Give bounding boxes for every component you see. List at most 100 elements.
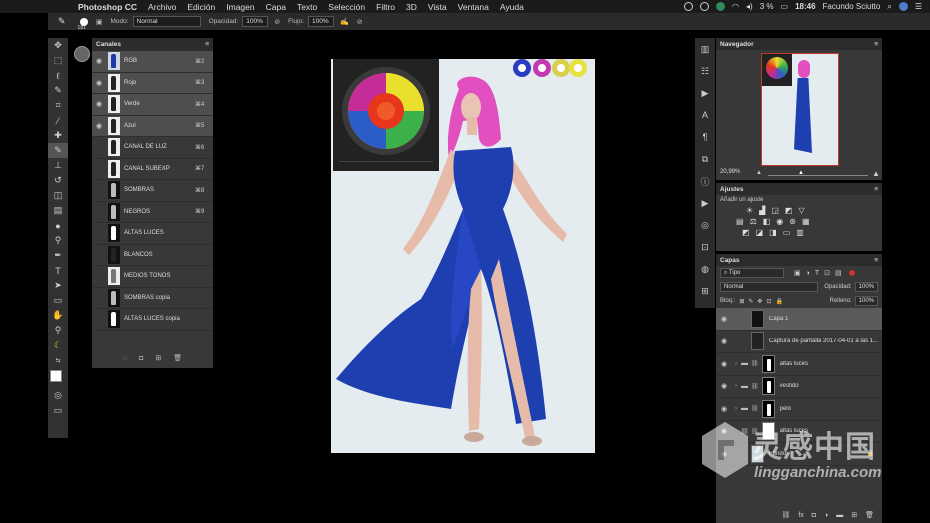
eye-icon[interactable]: ◉: [92, 100, 106, 108]
stamp-tool-icon[interactable]: ⊥: [48, 158, 68, 173]
paths-icon[interactable]: ◎: [695, 214, 715, 236]
brush-tool-icon[interactable]: ✎: [58, 16, 66, 27]
invert-icon[interactable]: ◩: [742, 228, 750, 237]
layer-group-row[interactable]: ◉ › ▬ ⛓ altas luces: [716, 353, 882, 376]
layer-mask[interactable]: [761, 377, 775, 396]
panel-menu-icon[interactable]: ≡: [874, 41, 878, 48]
layers-title[interactable]: Capas: [720, 257, 740, 264]
eye-icon[interactable]: ◉: [716, 405, 732, 413]
path-select-tool-icon[interactable]: ➤: [48, 278, 68, 293]
layer-group-row[interactable]: ◉ › ▬ ⛓ pelo: [716, 398, 882, 421]
collapse-dock-icon[interactable]: [74, 46, 90, 62]
record-icon[interactable]: [684, 2, 694, 11]
pressure-size-icon[interactable]: ⊘: [357, 18, 363, 26]
dropbox-icon[interactable]: [700, 2, 710, 11]
zoom-tool-icon[interactable]: ⚲: [48, 323, 68, 338]
eye-icon[interactable]: ◉: [92, 79, 106, 87]
panel-menu-icon[interactable]: ≡: [205, 41, 209, 48]
eye-icon[interactable]: ◉: [716, 337, 732, 345]
posterize-icon[interactable]: ◪: [756, 228, 764, 237]
banana-icon[interactable]: ☾: [48, 338, 68, 353]
evernote-icon[interactable]: [716, 2, 726, 11]
foreground-color[interactable]: [50, 370, 62, 382]
swatches-icon[interactable]: ◍: [695, 258, 715, 280]
actions-icon[interactable]: ▶: [695, 82, 715, 104]
brush-preset-icon[interactable]: [79, 17, 88, 26]
color-swatches[interactable]: [48, 368, 68, 388]
channel-row[interactable]: ◉ Rojo ⌘3: [92, 72, 213, 94]
zoom-slider[interactable]: [768, 175, 868, 176]
grid-icon[interactable]: ⊞: [695, 280, 715, 302]
blend-mode-select[interactable]: Normal: [720, 282, 819, 292]
navigator-preview[interactable]: [761, 53, 839, 166]
notifications-icon[interactable]: ☰: [915, 2, 922, 11]
brush-settings-icon[interactable]: ⊡: [695, 236, 715, 258]
channel-row[interactable]: CANAL SUBEXP ⌘7: [92, 159, 213, 180]
paragraph-icon[interactable]: ¶: [695, 126, 715, 148]
eye-icon[interactable]: ◉: [716, 315, 732, 323]
menu-ventana[interactable]: Ventana: [458, 2, 489, 12]
type-tool-icon[interactable]: T: [48, 263, 68, 278]
shape-tool-icon[interactable]: ▭: [48, 293, 68, 308]
curves-icon[interactable]: ◲: [771, 206, 779, 215]
menu-3d[interactable]: 3D: [406, 2, 417, 12]
quick-mask-icon[interactable]: ◎: [48, 388, 68, 403]
channel-row[interactable]: ◉ RGB ⌘2: [92, 51, 213, 73]
bw-icon[interactable]: ◧: [763, 217, 771, 226]
hue-sat-icon[interactable]: ▤: [736, 217, 744, 226]
move-tool-icon[interactable]: ✥: [48, 38, 68, 53]
channel-row[interactable]: BLANCOS: [92, 245, 213, 266]
filter-toggle-icon[interactable]: [848, 270, 855, 276]
character-icon[interactable]: A: [695, 104, 715, 126]
vibrance-icon[interactable]: ▽: [798, 206, 804, 215]
menu-vista[interactable]: Vista: [428, 2, 447, 12]
color-balance-icon[interactable]: ⚖: [750, 217, 757, 226]
properties-icon[interactable]: ☷: [695, 60, 715, 82]
airbrush-icon[interactable]: ✍: [340, 18, 349, 26]
photo-filter-icon[interactable]: ◉: [776, 217, 783, 226]
color-lookup-icon[interactable]: ▦: [802, 217, 810, 226]
zoom-slider-handle[interactable]: ▲: [798, 170, 804, 176]
play-icon[interactable]: ▶: [695, 192, 715, 214]
channel-mixer-icon[interactable]: ⊛: [789, 217, 796, 226]
marquee-tool-icon[interactable]: ⬚: [48, 53, 68, 68]
clock[interactable]: 18:46: [795, 2, 815, 11]
channel-row[interactable]: ◉ Azul ⌘5: [92, 115, 213, 137]
brush-panel-icon[interactable]: ▣: [96, 18, 103, 26]
load-selection-icon[interactable]: ◌: [123, 355, 127, 362]
expand-icon[interactable]: ›: [732, 406, 740, 412]
siri-icon[interactable]: [898, 2, 908, 11]
history-brush-icon[interactable]: ↺: [48, 173, 68, 188]
histogram-icon[interactable]: ▥: [695, 38, 715, 60]
screen-mode-icon[interactable]: ▭: [48, 403, 68, 418]
layer-filter-select[interactable]: ⌕ Tipo: [720, 268, 784, 278]
channel-row[interactable]: ◉ Verde ⌘4: [92, 94, 213, 116]
crop-tool-icon[interactable]: ⌗: [48, 98, 68, 113]
threshold-icon[interactable]: ◨: [769, 228, 777, 237]
layer-row[interactable]: ◉ Capa 1: [716, 308, 882, 331]
menu-capa[interactable]: Capa: [266, 2, 286, 12]
spotlight-icon[interactable]: ⌕: [887, 2, 891, 12]
navigator-title[interactable]: Navegador: [720, 41, 754, 48]
filter-icons[interactable]: ▣◑T⊡▤: [794, 269, 847, 277]
trash-icon[interactable]: 🗑: [173, 354, 182, 362]
blur-tool-icon[interactable]: ●: [48, 218, 68, 233]
gradient-tool-icon[interactable]: ▤: [48, 203, 68, 218]
lock-icons[interactable]: ⊠✎✥⊡🔒: [739, 298, 787, 305]
eye-icon[interactable]: ◉: [92, 122, 106, 130]
link-layers-icon[interactable]: ⛓: [781, 511, 790, 519]
eye-icon[interactable]: ◉: [716, 382, 732, 390]
clone-source-icon[interactable]: ⧉: [695, 148, 715, 170]
opacity-field[interactable]: 100%: [242, 16, 269, 27]
zoom-out-icon[interactable]: ▲: [756, 170, 762, 176]
pen-tool-icon[interactable]: ✒: [48, 248, 68, 263]
add-mask-icon[interactable]: ◘: [812, 512, 816, 519]
channel-row[interactable]: MEDIOS TONOS: [92, 266, 213, 288]
quick-select-tool-icon[interactable]: ✎: [48, 83, 68, 98]
menu-edicion[interactable]: Edición: [187, 2, 215, 12]
volume-icon[interactable]: ◂): [746, 2, 753, 11]
wifi-icon[interactable]: ◠: [732, 2, 739, 11]
expand-icon[interactable]: ›: [732, 361, 740, 367]
channels-title[interactable]: Canales: [96, 41, 121, 48]
layer-group-row[interactable]: ◉ › ▬ ⛓ vestido: [716, 376, 882, 398]
